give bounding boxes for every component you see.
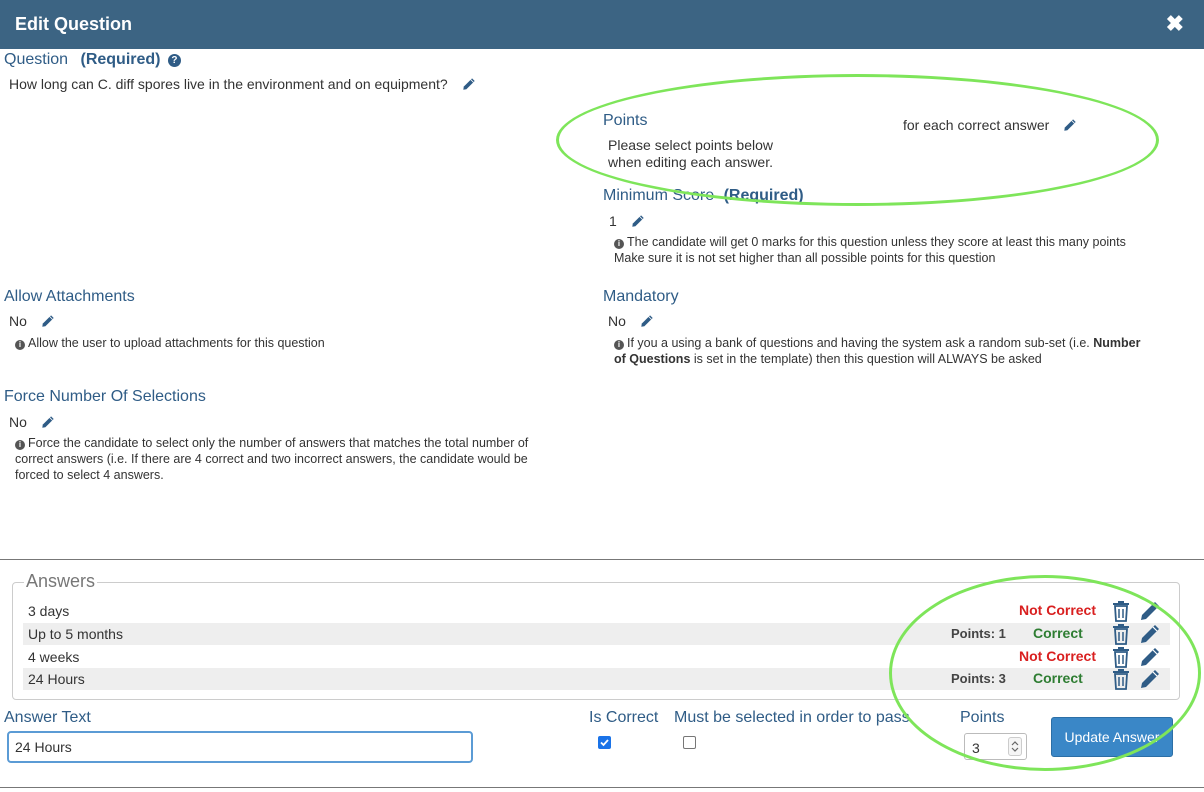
- is-correct-label: Is Correct: [589, 709, 659, 726]
- minimum-score-value: 1: [609, 213, 617, 229]
- points-stepper-value: 3: [972, 740, 980, 756]
- allow-attachments-label: Allow Attachments: [4, 288, 135, 305]
- force-selections-help-line1: Force the candidate to select only the n…: [28, 436, 529, 450]
- is-correct-checkbox[interactable]: [598, 736, 611, 749]
- force-selections-value-group: No: [9, 414, 55, 430]
- question-value: How long can C. diff spores live in the …: [9, 76, 448, 92]
- must-select-checkbox[interactable]: [683, 736, 696, 749]
- points-stepper[interactable]: 3: [964, 733, 1027, 760]
- minimum-score-help-line2: Make sure it is not set higher than all …: [614, 251, 996, 265]
- force-selections-help-line3: forced to select 4 answers.: [15, 468, 164, 482]
- answer-row[interactable]: 24 Hours Points: 3 Correct: [23, 668, 1170, 690]
- info-icon: i: [614, 239, 624, 249]
- points-suffix-group: for each correct answer: [903, 117, 1077, 133]
- points-input-label: Points: [960, 709, 1005, 726]
- question-label-group: Question (Required) ?: [4, 51, 181, 69]
- edit-force-selections-pencil-icon[interactable]: [41, 415, 55, 429]
- trash-icon[interactable]: [1110, 623, 1132, 645]
- stepper-arrows-icon[interactable]: [1008, 737, 1022, 756]
- answer-status: Correct: [1033, 670, 1083, 686]
- minimum-score-help-line1: The candidate will get 0 marks for this …: [627, 235, 1126, 249]
- edit-pencil-icon[interactable]: [1139, 600, 1161, 622]
- mandatory-value: No: [608, 313, 626, 329]
- info-icon: i: [614, 340, 624, 350]
- answer-status: Correct: [1033, 625, 1083, 641]
- force-selections-value: No: [9, 414, 27, 430]
- trash-icon[interactable]: [1110, 668, 1132, 690]
- answer-text-input[interactable]: [7, 731, 473, 763]
- points-label: Points: [603, 112, 648, 129]
- answer-status: Not Correct: [1019, 602, 1097, 618]
- edit-pencil-icon[interactable]: [1139, 646, 1161, 668]
- points-suffix: for each correct answer: [903, 117, 1050, 133]
- question-value-group: How long can C. diff spores live in the …: [9, 76, 476, 92]
- question-circle-icon[interactable]: ?: [167, 54, 181, 67]
- dialog-header: [0, 0, 1204, 49]
- allow-attachments-help-text: Allow the user to upload attachments for…: [28, 336, 325, 350]
- points-note: Please select points below when editing …: [608, 137, 773, 171]
- answer-text-label: Answer Text: [4, 709, 91, 726]
- question-label: Question: [4, 51, 69, 68]
- must-select-label: Must be selected in order to pass: [674, 709, 910, 726]
- close-icon[interactable]: ✖: [1166, 11, 1184, 37]
- allow-attachments-value-group: No: [9, 313, 55, 329]
- answer-points: Points: 3: [951, 671, 1006, 686]
- edit-allow-attachments-pencil-icon[interactable]: [41, 314, 55, 328]
- edit-points-pencil-icon[interactable]: [1063, 118, 1077, 132]
- mandatory-help-line2: is set in the template) then this questi…: [690, 352, 1042, 366]
- mandatory-help: i If you a using a bank of questions and …: [614, 335, 1140, 367]
- dialog-title: Edit Question: [15, 14, 132, 34]
- trash-icon[interactable]: [1110, 646, 1132, 668]
- edit-mandatory-pencil-icon[interactable]: [640, 314, 654, 328]
- answer-status: Not Correct: [1019, 648, 1097, 664]
- allow-attachments-help: i Allow the user to upload attachments fo…: [15, 335, 325, 351]
- mandatory-help-line1: If you a using a bank of questions and h…: [627, 336, 1094, 350]
- force-selections-help: i Force the candidate to select only the …: [15, 435, 528, 483]
- answer-points: Points: 1: [951, 626, 1006, 641]
- points-note-line2: when editing each answer.: [608, 154, 773, 170]
- bottom-divider: [0, 787, 1204, 788]
- mandatory-label: Mandatory: [603, 288, 679, 305]
- points-note-line1: Please select points below: [608, 137, 773, 153]
- answer-row[interactable]: Up to 5 months Points: 1 Correct: [23, 623, 1170, 645]
- answer-text: 3 days: [28, 603, 70, 619]
- mandatory-value-group: No: [608, 313, 654, 329]
- answer-row[interactable]: 4 weeks Not Correct: [23, 646, 1170, 668]
- answer-text: 4 weeks: [28, 649, 80, 665]
- answer-text: Up to 5 months: [28, 626, 123, 642]
- minimum-score-label: Minimum Score: [603, 187, 715, 204]
- minimum-score-label-group: Minimum Score (Required): [603, 187, 804, 205]
- trash-icon[interactable]: [1110, 600, 1132, 622]
- edit-pencil-icon[interactable]: [1139, 668, 1161, 690]
- edit-pencil-icon[interactable]: [1139, 623, 1161, 645]
- force-selections-help-line2: correct answers (i.e. If there are 4 cor…: [15, 452, 528, 466]
- answers-legend: Answers: [24, 571, 98, 592]
- edit-minimum-score-pencil-icon[interactable]: [631, 214, 645, 228]
- force-selections-label: Force Number Of Selections: [4, 388, 206, 405]
- minimum-score-help: i The candidate will get 0 marks for this…: [614, 234, 1126, 266]
- mandatory-help-bold1: Number: [1093, 336, 1141, 350]
- mandatory-help-bold2: of Questions: [614, 352, 691, 366]
- answer-row[interactable]: 3 days Not Correct: [23, 600, 1170, 622]
- answer-text: 24 Hours: [28, 671, 85, 687]
- question-required: (Required): [80, 51, 161, 68]
- allow-attachments-value: No: [9, 313, 27, 329]
- info-icon: i: [15, 340, 25, 350]
- section-divider: [0, 559, 1204, 560]
- update-answer-button[interactable]: Update Answer: [1051, 717, 1173, 757]
- minimum-score-required: (Required): [723, 187, 804, 204]
- edit-question-pencil-icon[interactable]: [462, 77, 476, 91]
- minimum-score-value-group: 1: [609, 213, 645, 229]
- info-icon: i: [15, 440, 25, 450]
